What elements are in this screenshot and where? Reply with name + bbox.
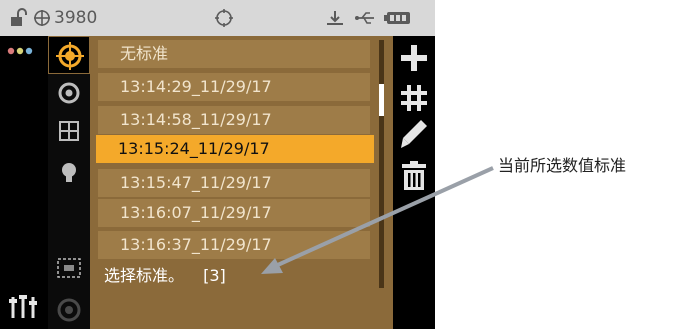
- crosshair-icon: [214, 0, 234, 36]
- grid-icon[interactable]: [58, 120, 80, 142]
- edit-icon[interactable]: [399, 118, 429, 150]
- tools-column: [48, 36, 90, 329]
- list-item[interactable]: 无标准: [98, 40, 370, 68]
- left-column: [0, 36, 48, 329]
- scrollbar-thumb[interactable]: [379, 84, 384, 116]
- sliders-icon[interactable]: [8, 293, 38, 319]
- device-number: 3980: [54, 8, 98, 28]
- footer-label: 选择标准。: [104, 266, 185, 285]
- bluetooth-icon: [325, 0, 345, 36]
- battery-icon: [384, 0, 412, 36]
- lock-icon: [9, 0, 29, 36]
- annotation-label: 当前所选数值标准: [498, 156, 627, 175]
- bulb-icon[interactable]: [60, 162, 78, 184]
- status-bar: 3980: [0, 0, 435, 36]
- footer-count: [3]: [203, 266, 226, 285]
- annotation-arrow: [261, 166, 494, 274]
- footer-status: 选择标准。 [3]: [104, 262, 226, 286]
- frame-icon[interactable]: [57, 258, 81, 278]
- menu-dots-icon[interactable]: [6, 46, 38, 56]
- ring-icon[interactable]: [58, 82, 80, 104]
- list-item[interactable]: 13:14:58_11/29/17: [98, 106, 370, 134]
- usb-icon: [354, 0, 376, 36]
- disabled-circle-icon: [57, 298, 81, 322]
- hash-icon[interactable]: [400, 84, 428, 112]
- target-icon: [33, 0, 51, 36]
- target-active-icon: [56, 42, 84, 70]
- tool-target-active[interactable]: [48, 36, 90, 74]
- list-item[interactable]: 13:14:29_11/29/17: [98, 73, 370, 101]
- add-icon[interactable]: [400, 44, 428, 72]
- list-item-selected[interactable]: 13:15:24_11/29/17: [96, 135, 374, 163]
